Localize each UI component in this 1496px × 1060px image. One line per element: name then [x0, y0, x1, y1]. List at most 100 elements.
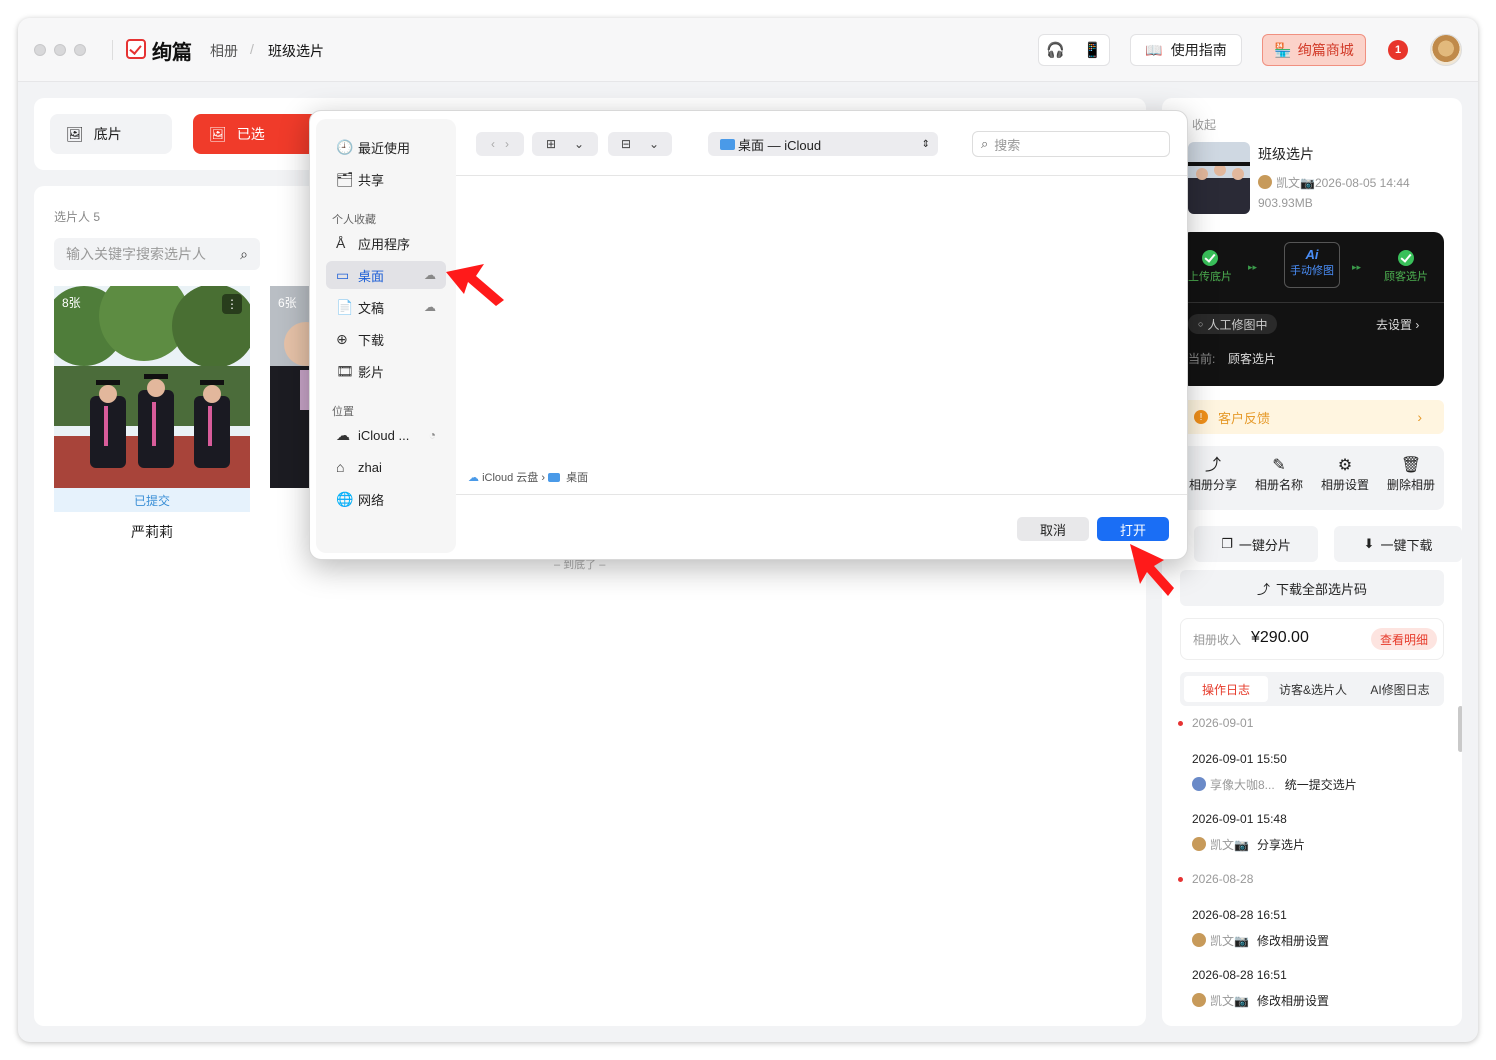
log-user: 凯文📷: [1210, 934, 1249, 948]
cloud-icon: ☁: [424, 268, 436, 282]
one-click-split-button[interactable]: ❐ 一键分片: [1194, 526, 1318, 562]
sidebar-item-desktop[interactable]: ▭ 桌面 ☁: [326, 261, 446, 289]
tab-negatives[interactable]: 🖼 底片: [50, 114, 172, 154]
path-segment[interactable]: iCloud 云盘: [482, 472, 538, 484]
card-photo: 8张 ⋮: [54, 286, 250, 488]
folder-icon: [548, 473, 561, 482]
collapse-link[interactable]: 收起: [1192, 116, 1216, 133]
open-button[interactable]: 打开: [1097, 517, 1169, 541]
cloud-icon: ☁: [336, 426, 350, 443]
log-time: 2026-09-01 15:50: [1192, 752, 1287, 766]
sidebar-item-applications[interactable]: Å 应用程序: [326, 229, 446, 257]
sidebar-item-downloads[interactable]: ⊕ 下载: [326, 325, 446, 353]
feedback-label: 客户反馈: [1218, 410, 1271, 426]
headset-icon[interactable]: 🎧: [1046, 41, 1065, 59]
more-options-icon[interactable]: ⋮: [222, 294, 242, 314]
sidebar-item-home[interactable]: ⌂ zhai: [326, 453, 446, 481]
sidebar-item-network[interactable]: 🌐 网络: [326, 485, 446, 513]
sidebar-item-label: 桌面: [358, 268, 385, 284]
breadcrumb-album[interactable]: 相册: [210, 41, 238, 61]
action-label: 相册设置: [1320, 478, 1369, 492]
user-avatar: [1192, 837, 1206, 851]
path-separator: ›: [541, 472, 549, 484]
tab-ai-log[interactable]: AI修图日志: [1358, 676, 1442, 702]
current-label: 当前:: [1188, 352, 1216, 366]
chevron-right-icon[interactable]: ›: [505, 137, 509, 151]
one-click-download-button[interactable]: ⬇ 一键下载: [1334, 526, 1462, 562]
sidebar-item-movies[interactable]: 🎞 影片: [326, 357, 446, 385]
icloud-icon: ☁: [468, 472, 479, 484]
log-time: 2026-08-28 16:51: [1192, 908, 1287, 922]
chevron-left-icon[interactable]: ‹: [491, 137, 495, 151]
guide-label: 使用指南: [1170, 42, 1227, 58]
album-size: 903.93MB: [1258, 196, 1313, 210]
favorites-header: 个人收藏: [332, 214, 376, 226]
tab-label: 底片: [93, 126, 122, 142]
selector-count: 选片人 5: [54, 210, 101, 224]
back-forward-buttons[interactable]: ‹ ›: [476, 132, 524, 156]
log-time: 2026-09-01 15:48: [1192, 812, 1287, 826]
cloud-icon: ☁: [424, 300, 436, 314]
location-select[interactable]: 桌面 — iCloud ⇕: [708, 132, 938, 156]
phone-icon[interactable]: 📱: [1083, 41, 1102, 59]
selector-card[interactable]: 8张 ⋮ 已提交 严莉莉: [54, 286, 250, 540]
progress-icon: ◔: [428, 428, 436, 442]
cancel-button[interactable]: 取消: [1017, 517, 1089, 541]
photo-count: 8张: [62, 296, 81, 310]
close-window-button[interactable]: [34, 44, 46, 56]
tab-visitors[interactable]: 访客&选片人: [1270, 676, 1356, 702]
minimize-window-button[interactable]: [54, 44, 66, 56]
globe-icon: 🌐: [336, 490, 354, 507]
image-icon: 🖼: [66, 125, 84, 142]
creator-avatar: [1258, 175, 1272, 189]
selector-search-input[interactable]: 输入关键字搜索选片人 ⌕: [54, 238, 260, 270]
title-bar: 绚篇 相册 / 班级选片 🎧 📱 📖 使用指南 🏪 绚篇商城 1: [18, 18, 1478, 82]
log-user: 凯文📷: [1210, 994, 1249, 1008]
view-mode-select[interactable]: ⊞ ⌄: [532, 132, 598, 156]
log-date-text: 2026-08-28: [1192, 872, 1254, 886]
tab-selected[interactable]: 🖼 已选: [193, 114, 323, 154]
desktop-icon: ▭: [336, 266, 350, 283]
sidebar-item-shared[interactable]: 🗂 共享: [326, 165, 446, 193]
path-segment[interactable]: 桌面: [566, 472, 588, 484]
rename-album-button[interactable]: ✎ 相册名称: [1246, 456, 1312, 493]
book-icon: 📖: [1145, 41, 1163, 58]
updown-chevron-icon: ⇕: [921, 138, 930, 150]
divider: [1180, 302, 1444, 303]
sidebar-item-icloud[interactable]: ☁ iCloud ... ◔: [326, 421, 446, 449]
breadcrumb-current: 班级选片: [268, 43, 324, 59]
gear-icon: ⚙: [1337, 457, 1353, 474]
guide-button[interactable]: 📖 使用指南: [1130, 34, 1242, 66]
sidebar-item-recents[interactable]: 🕘 最近使用: [326, 133, 446, 161]
log-scrollbar[interactable]: [1458, 706, 1462, 752]
delete-album-button[interactable]: 🗑 删除相册: [1378, 456, 1444, 493]
shop-button[interactable]: 🏪 绚篇商城: [1262, 34, 1366, 66]
step-manual-retouch[interactable]: Ai 手动修图: [1284, 242, 1340, 288]
log-entry: 凯文📷 分享选片: [1192, 836, 1305, 853]
button-label: 下载全部选片码: [1276, 581, 1368, 597]
status-pill: ○ 人工修图中: [1188, 314, 1278, 334]
annotation-arrow-desktop: [446, 264, 504, 306]
tab-operation-log[interactable]: 操作日志: [1184, 676, 1268, 702]
album-title: 班级选片: [1258, 146, 1314, 162]
selected-image-icon: 🖼: [209, 125, 227, 142]
log-action: 分享选片: [1256, 838, 1305, 852]
view-details-button[interactable]: 查看明细: [1371, 628, 1438, 650]
sidebar-item-documents[interactable]: 📄 文稿 ☁: [326, 293, 446, 321]
album-actions: ⤴ 相册分享 ✎ 相册名称 ⚙ 相册设置 🗑 删除相册: [1180, 446, 1444, 510]
maximize-window-button[interactable]: [74, 44, 86, 56]
dialog-search-input[interactable]: ⌕ 搜索: [972, 131, 1170, 157]
group-mode-select[interactable]: ⊟ ⌄: [608, 132, 672, 156]
album-settings-button[interactable]: ⚙ 相册设置: [1312, 456, 1378, 493]
tab-label: 已选: [236, 126, 265, 142]
settings-link[interactable]: 去设置 ›: [1376, 316, 1419, 333]
grid-icon: ⊞: [545, 137, 556, 151]
sidebar-item-label: 共享: [358, 172, 385, 188]
share-album-button[interactable]: ⤴ 相册分享: [1180, 456, 1246, 493]
logo-icon: [126, 39, 146, 59]
feedback-row[interactable]: ! 客户反馈 ›: [1180, 400, 1444, 434]
log-tabs: 操作日志 访客&选片人 AI修图日志: [1180, 672, 1444, 706]
notification-badge[interactable]: 1: [1388, 40, 1408, 60]
download-codes-button[interactable]: ⤴ 下载全部选片码: [1180, 570, 1444, 606]
avatar[interactable]: [1430, 34, 1462, 66]
